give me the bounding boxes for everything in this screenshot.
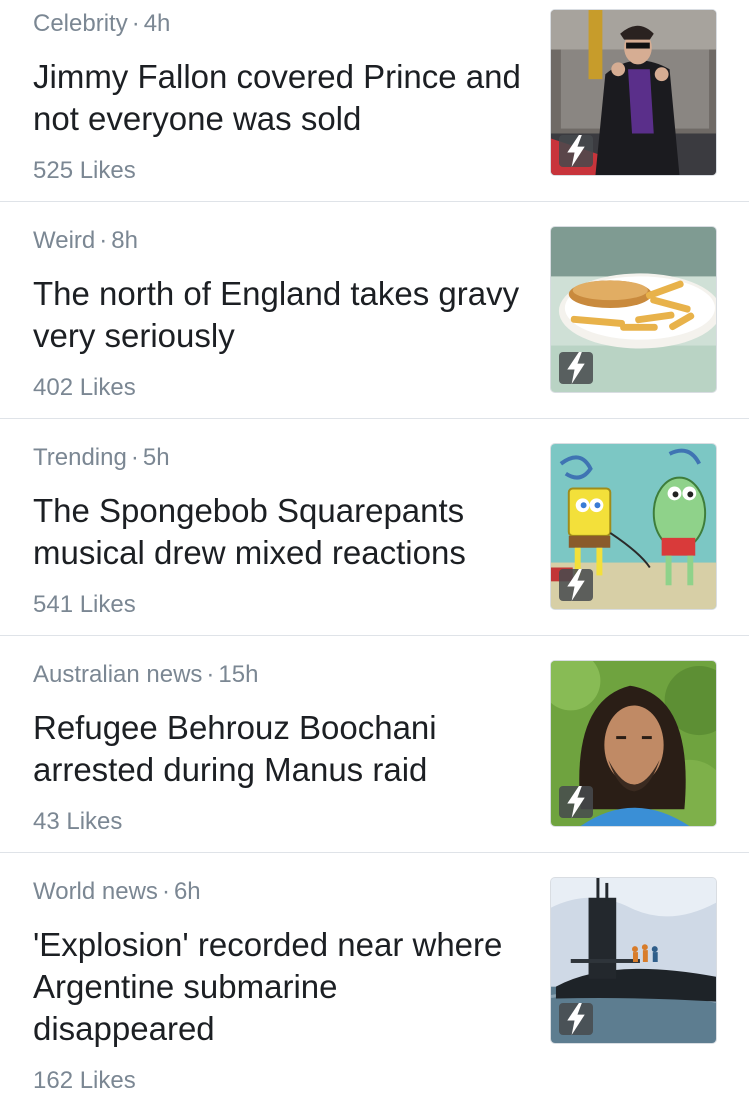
story-thumbnail[interactable] xyxy=(550,877,717,1044)
story-headline[interactable]: 'Explosion' recorded near where Argentin… xyxy=(33,924,523,1050)
story-likes: 162 Likes xyxy=(33,1067,136,1094)
story-text: Celebrity · 4h Jimmy Fallon covered Prince… xyxy=(33,10,523,185)
story-likes: 541 Likes xyxy=(33,591,136,618)
story-age: 8h xyxy=(111,227,138,254)
story-category: Australian news xyxy=(33,661,203,688)
story-meta: Trending · 5h xyxy=(33,444,523,472)
bolt-icon xyxy=(559,135,593,167)
story-likes: 43 Likes xyxy=(33,808,123,835)
story-category: Weird xyxy=(33,227,96,254)
story-card[interactable]: Celebrity · 4h Jimmy Fallon covered Prince… xyxy=(0,0,749,202)
story-headline[interactable]: The Spongebob Squarepants musical drew m… xyxy=(33,490,523,574)
bolt-icon xyxy=(559,1003,593,1035)
story-meta: Weird · 8h xyxy=(33,227,523,255)
meta-separator: · xyxy=(130,444,139,471)
story-card[interactable]: Trending · 5h The Spongebob Squarepants mu… xyxy=(0,419,749,636)
story-headline[interactable]: Jimmy Fallon covered Prince and not ever… xyxy=(33,56,523,140)
story-headline[interactable]: The north of England takes gravy very se… xyxy=(33,273,523,357)
story-thumbnail[interactable] xyxy=(550,9,717,176)
story-meta: Celebrity · 4h xyxy=(33,10,523,38)
news-feed: Celebrity · 4h Jimmy Fallon covered Prince… xyxy=(0,0,749,1098)
meta-separator: · xyxy=(131,10,140,37)
story-meta: World news · 6h xyxy=(33,878,523,906)
story-thumbnail[interactable] xyxy=(550,443,717,610)
story-headline[interactable]: Refugee Behrouz Boochani arrested during… xyxy=(33,707,523,791)
meta-separator: · xyxy=(206,661,215,688)
story-likes: 402 Likes xyxy=(33,374,136,401)
bolt-icon xyxy=(559,352,593,384)
story-meta: Australian news · 15h xyxy=(33,661,523,689)
story-text: Australian news · 15h Refugee Behrouz Booc… xyxy=(33,661,523,836)
story-card[interactable]: Weird · 8h The north of England takes grav… xyxy=(0,202,749,419)
bolt-icon xyxy=(559,786,593,818)
story-category: World news xyxy=(33,878,158,905)
story-age: 6h xyxy=(173,878,201,905)
story-thumbnail[interactable] xyxy=(550,660,717,827)
story-text: World news · 6h 'Explosion' recorded near … xyxy=(33,878,523,1095)
story-card[interactable]: World news · 6h 'Explosion' recorded near … xyxy=(0,853,749,1098)
meta-separator: · xyxy=(161,878,170,905)
story-text: Trending · 5h The Spongebob Squarepants mu… xyxy=(33,444,523,619)
story-likes: 525 Likes xyxy=(33,157,136,184)
story-thumbnail[interactable] xyxy=(550,226,717,393)
story-age: 5h xyxy=(142,444,170,471)
story-age: 4h xyxy=(143,10,171,37)
story-card[interactable]: Australian news · 15h Refugee Behrouz Booc… xyxy=(0,636,749,853)
story-category: Trending xyxy=(33,444,127,471)
bolt-icon xyxy=(559,569,593,601)
story-age: 15h xyxy=(218,661,259,688)
story-category: Celebrity xyxy=(33,10,128,37)
story-text: Weird · 8h The north of England takes grav… xyxy=(33,227,523,402)
meta-separator: · xyxy=(99,227,108,254)
